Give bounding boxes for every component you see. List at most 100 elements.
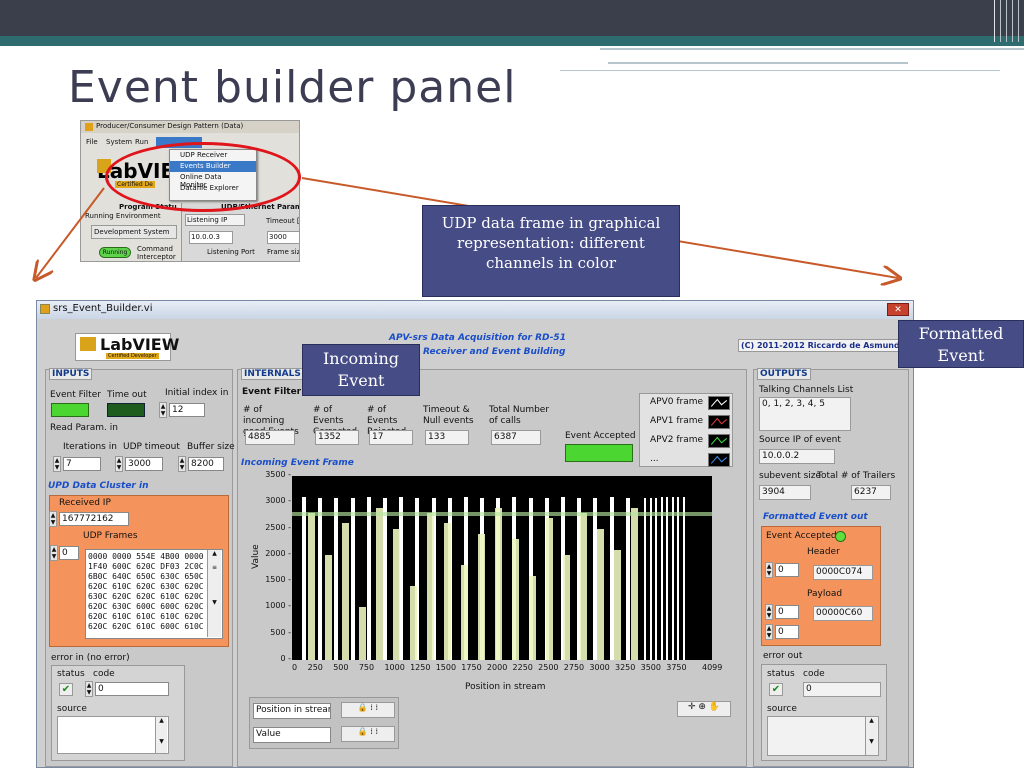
- subevent-size-value: 3904: [759, 485, 811, 500]
- received-ip-input[interactable]: 167772162: [59, 512, 129, 526]
- source-label: source: [57, 704, 87, 714]
- signal-bar: [342, 523, 349, 660]
- plot-tools-icon[interactable]: ✛ ⊕ ✋: [677, 701, 731, 717]
- payload-index-2[interactable]: 0: [775, 625, 799, 639]
- x-tick-label: 2500: [538, 663, 559, 672]
- pulse-bar: [644, 497, 646, 660]
- legend-swatch-apv2[interactable]: [708, 434, 730, 448]
- spinner-icon[interactable]: ▲ ▼: [50, 545, 58, 561]
- labview-icon: [80, 337, 96, 351]
- pulse-bar: [609, 497, 614, 660]
- signal-bar: [427, 512, 434, 660]
- x-tick-label: 750: [358, 663, 375, 672]
- legend-more: ...: [650, 454, 659, 464]
- out-code-label: code: [803, 669, 825, 679]
- signal-bar: [359, 607, 366, 660]
- cursor-position-field[interactable]: Position in stream: [253, 703, 331, 719]
- outputs-section-title: OUTPUTS: [757, 368, 811, 380]
- x-tick-label: 2750: [563, 663, 585, 672]
- legend-swatch-apv0[interactable]: [708, 396, 730, 410]
- y-tick-label: 1000 -: [265, 601, 291, 611]
- y-tick-label: 0 -: [280, 654, 291, 663]
- error-out-label: error out: [763, 651, 803, 661]
- spinner-icon[interactable]: ▲ ▼: [53, 456, 61, 472]
- x-tick-label: 3000: [589, 663, 610, 672]
- stat-timeout-value: 133: [425, 430, 469, 445]
- out-source-textbox: [767, 716, 879, 756]
- read-param-label: Read Param. in: [50, 423, 118, 433]
- signal-bar: [614, 549, 621, 660]
- buffer-size-input[interactable]: 8200: [188, 457, 224, 471]
- y-tick-label: 2000 -: [265, 548, 291, 558]
- legend-apv1: APV1 frame: [650, 416, 704, 426]
- out-status-label: status: [767, 669, 795, 679]
- signal-bar: [512, 539, 519, 660]
- formatted-event-title: Formatted Event out: [763, 512, 868, 522]
- header-index[interactable]: 0: [775, 563, 799, 577]
- check-icon[interactable]: ✔: [59, 683, 73, 696]
- event-accepted-label: Event Accepted: [565, 431, 636, 441]
- x-tick-label: 3750: [666, 663, 687, 672]
- code-label: code: [93, 669, 115, 679]
- error-code-input[interactable]: 0: [95, 682, 169, 696]
- spinner-icon[interactable]: ▲ ▼: [765, 562, 773, 578]
- event-filter-led[interactable]: [51, 403, 89, 417]
- spinner-icon[interactable]: ▲ ▼: [765, 604, 773, 620]
- udp-frames-text[interactable]: 0000 0000 554E 4B00 0000 1F40 600C 620C …: [85, 549, 223, 639]
- frames-scrollbar[interactable]: ▲ ≡ ▼: [207, 550, 221, 637]
- received-ip-label: Received IP: [59, 498, 111, 508]
- baseline-band: [292, 511, 712, 516]
- legend-swatch-apv1[interactable]: [708, 415, 730, 429]
- spinner-icon[interactable]: ▲ ▼: [49, 511, 57, 527]
- x-tick-label: 3500: [640, 663, 661, 672]
- close-icon[interactable]: ✕: [887, 303, 909, 316]
- pulse-bar: [682, 497, 685, 660]
- legend-apv2: APV2 frame: [650, 435, 704, 445]
- out-source-scrollbar[interactable]: ▲ ▼: [865, 717, 877, 755]
- initial-index-input[interactable]: 12: [169, 403, 205, 417]
- frames-index[interactable]: 0: [59, 546, 79, 560]
- x-tick-label: 1000: [384, 663, 405, 672]
- pulse-bar: [318, 498, 323, 660]
- x-tick-label: 4099: [702, 663, 723, 672]
- incoming-event-plot[interactable]: [292, 476, 712, 660]
- pulse-bar: [302, 497, 306, 660]
- cursor-value-field[interactable]: Value: [253, 727, 331, 743]
- signal-bar: [580, 512, 587, 660]
- spinner-icon[interactable]: ▲ ▼: [765, 624, 773, 640]
- pulse-bar: [677, 497, 679, 660]
- signal-bar: [376, 507, 383, 660]
- lock-icon[interactable]: 🔒 ⁞ ⁞: [341, 702, 395, 718]
- source-scrollbar[interactable]: ▲ ▼: [155, 717, 167, 753]
- error-in-label: error in (no error): [51, 653, 130, 663]
- x-tick-label: 500: [333, 663, 349, 672]
- payload-index-1[interactable]: 0: [775, 605, 799, 619]
- x-tick-label: 1500: [435, 663, 457, 672]
- legend-apv0: APV0 frame: [650, 397, 704, 407]
- spinner-icon[interactable]: ▲ ▼: [159, 402, 167, 418]
- udp-timeout-input[interactable]: 3000: [125, 457, 163, 471]
- header-line1: APV-srs Data Acquisition for RD-51: [389, 333, 566, 343]
- status-label: status: [57, 669, 85, 679]
- pulse-bar: [649, 497, 652, 660]
- pulse-bar: [666, 497, 668, 660]
- x-tick-label: 3250: [615, 663, 636, 672]
- total-trailers-label: Total # of Trailers: [817, 471, 896, 481]
- pulse-bar: [334, 497, 339, 660]
- spinner-icon[interactable]: ▲ ▼: [85, 681, 93, 697]
- inputs-section-title: INPUTS: [49, 368, 93, 380]
- pulse-bar: [350, 497, 355, 660]
- apv-legend: APV0 frame APV1 frame APV2 frame ...: [639, 393, 733, 467]
- iterations-input[interactable]: 7: [63, 457, 101, 471]
- time-out-led[interactable]: [107, 403, 145, 417]
- udp-frame-callout: UDP data frame in graphical representati…: [422, 205, 680, 297]
- event-filter-stats-label: Event Filter S: [242, 387, 311, 397]
- source-textbox[interactable]: [57, 716, 169, 754]
- window-title: srs_Event_Builder.vi: [53, 303, 153, 314]
- spinner-icon[interactable]: ▲ ▼: [115, 456, 123, 472]
- initial-index-label: Initial index in: [165, 388, 229, 398]
- legend-swatch-more[interactable]: [708, 453, 730, 467]
- signal-bar: [444, 523, 451, 660]
- spinner-icon[interactable]: ▲ ▼: [178, 456, 186, 472]
- lock-icon[interactable]: 🔒 ⁞ ⁞: [341, 726, 395, 742]
